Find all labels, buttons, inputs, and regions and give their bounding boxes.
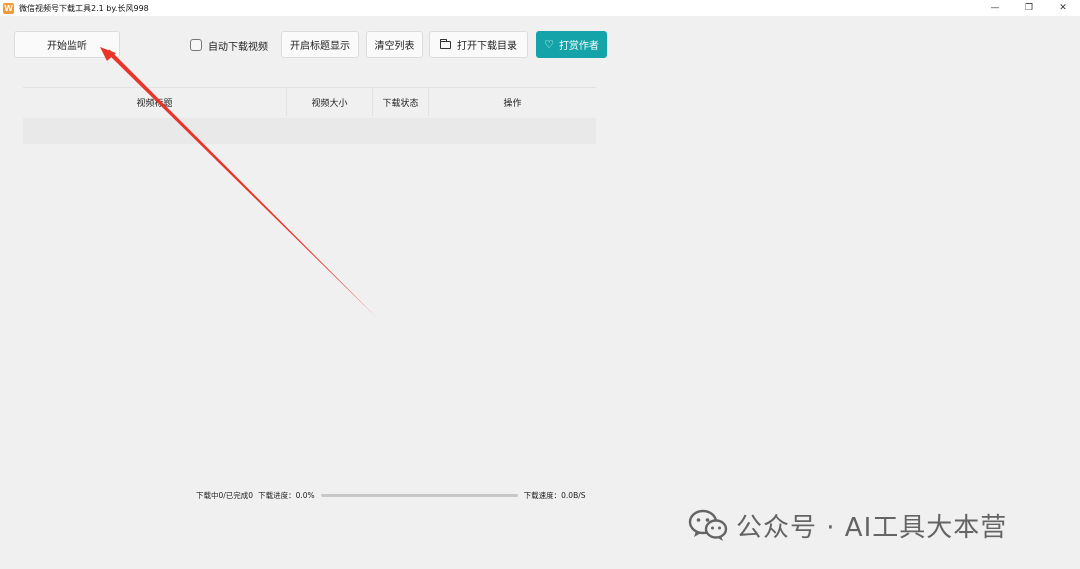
status-bar: 下载中0/已完成0 下载进度：0.0% 下载速度：0.0B/S — [196, 489, 600, 501]
watermark: 公众号 · AI工具大本营 — [688, 508, 1008, 543]
annotation-arrow — [100, 47, 377, 318]
speed-label: 下载速度：0.0B/S — [523, 490, 586, 500]
wechat-icon — [688, 509, 728, 541]
download-counts: 下载中0/已完成0 — [196, 490, 254, 500]
progress-label: 下载进度：0.0% — [258, 490, 315, 500]
progress-bar — [320, 493, 518, 497]
watermark-text: 公众号 · AI工具大本营 — [736, 512, 1008, 543]
arrow-shaft — [106, 49, 377, 318]
app-window: W 微信视频号下载工具2.1 by.长风998 — ❐ ✕ 开始监听 自动下载视… — [0, 0, 1080, 569]
